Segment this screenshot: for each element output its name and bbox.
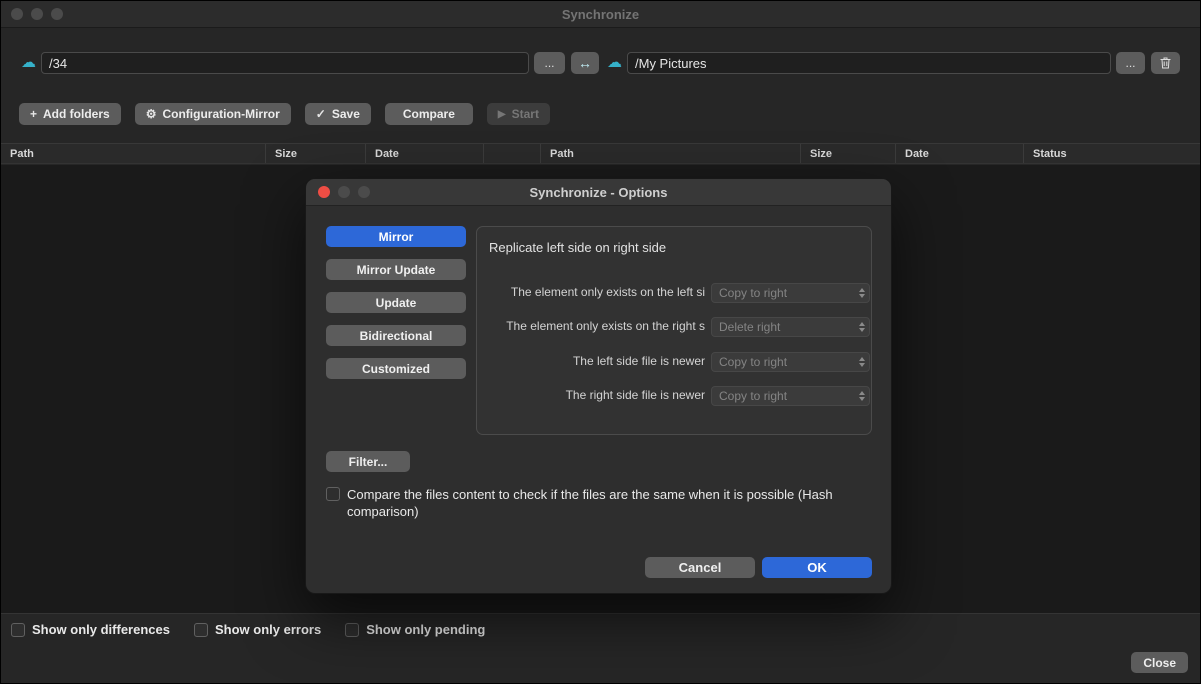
synchronize-window: Synchronize ☁ ... ↔ ☁ ... + Add folders … <box>0 0 1201 684</box>
mode-mirror-update-button[interactable]: Mirror Update <box>326 259 466 280</box>
ok-button[interactable]: OK <box>762 557 872 578</box>
hash-comparison-checkbox[interactable] <box>326 487 340 501</box>
options-dialog: Synchronize - Options Mirror Mirror Upda… <box>306 179 891 593</box>
rule-action-left-only-value: Copy to right <box>712 286 854 300</box>
delete-path-button[interactable] <box>1151 52 1180 74</box>
rule-label-right-only: The element only exists on the right s <box>483 319 705 333</box>
rule-action-right-only-select[interactable]: Delete right <box>711 317 870 337</box>
dialog-titlebar: Synchronize - Options <box>306 179 891 206</box>
rule-row-right-only: The element only exists on the right s D… <box>477 317 871 337</box>
start-button[interactable]: ▶ Start <box>487 103 550 125</box>
column-header-path-left[interactable]: Path <box>1 144 266 163</box>
configuration-label: Configuration-Mirror <box>162 107 279 121</box>
rule-row-left-newer: The left side file is newer Copy to righ… <box>477 352 871 372</box>
rule-action-left-only-select[interactable]: Copy to right <box>711 283 870 303</box>
filter-button[interactable]: Filter... <box>326 451 410 472</box>
mode-bidirectional-button[interactable]: Bidirectional <box>326 325 466 346</box>
dialog-title: Synchronize - Options <box>306 179 891 206</box>
stepper-arrows-icon <box>854 284 869 302</box>
compare-label: Compare <box>403 107 455 121</box>
filter-checkboxes: Show only differences Show only errors S… <box>11 622 485 637</box>
configuration-button[interactable]: ⚙ Configuration-Mirror <box>135 103 291 125</box>
show-only-differences-checkbox[interactable] <box>11 623 25 637</box>
rules-panel: Replicate left side on right side The el… <box>476 226 872 435</box>
show-only-differences-label: Show only differences <box>32 622 170 637</box>
column-header-path-right[interactable]: Path <box>541 144 801 163</box>
left-cloud-icon: ☁ <box>21 53 36 71</box>
toolbar: + Add folders ⚙ Configuration-Mirror ✓ S… <box>19 103 550 125</box>
plus-icon: + <box>30 107 37 121</box>
column-header-date-left[interactable]: Date <box>366 144 484 163</box>
rule-label-left-newer: The left side file is newer <box>483 354 705 368</box>
main-titlebar: Synchronize <box>1 1 1200 28</box>
rule-action-right-only-value: Delete right <box>712 320 854 334</box>
start-label: Start <box>512 107 539 121</box>
show-only-pending-checkbox[interactable] <box>345 623 359 637</box>
add-folders-button[interactable]: + Add folders <box>19 103 121 125</box>
show-only-pending-label: Show only pending <box>366 622 485 637</box>
save-label: Save <box>332 107 360 121</box>
path-row: ☁ ... ↔ ☁ ... <box>1 50 1200 76</box>
show-only-errors-checkbox[interactable] <box>194 623 208 637</box>
save-button[interactable]: ✓ Save <box>305 103 371 125</box>
rule-action-left-newer-value: Copy to right <box>712 355 854 369</box>
table-header: Path Size Date Path Size Date Status <box>1 143 1200 164</box>
mode-description: Replicate left side on right side <box>489 240 666 255</box>
show-only-errors-label: Show only errors <box>215 622 321 637</box>
column-header-status[interactable]: Status <box>1024 144 1200 163</box>
footer-bar: Show only differences Show only errors S… <box>1 613 1200 683</box>
window-title: Synchronize <box>1 1 1200 28</box>
column-header-date-right[interactable]: Date <box>896 144 1024 163</box>
gear-icon: ⚙ <box>146 107 157 121</box>
stepper-arrows-icon <box>854 353 869 371</box>
mode-mirror-button[interactable]: Mirror <box>326 226 466 247</box>
show-only-errors-option[interactable]: Show only errors <box>194 622 321 637</box>
stepper-arrows-icon <box>854 387 869 405</box>
column-header-spacer <box>484 144 541 163</box>
left-browse-button[interactable]: ... <box>534 52 565 74</box>
rule-label-right-newer: The right side file is newer <box>483 388 705 402</box>
compare-button[interactable]: Compare <box>385 103 473 125</box>
stepper-arrows-icon <box>854 318 869 336</box>
hash-comparison-option[interactable]: Compare the files content to check if th… <box>326 487 866 521</box>
rule-action-right-newer-select[interactable]: Copy to right <box>711 386 870 406</box>
rule-row-right-newer: The right side file is newer Copy to rig… <box>477 386 871 406</box>
right-browse-button[interactable]: ... <box>1116 52 1145 74</box>
play-icon: ▶ <box>498 109 506 120</box>
mode-customized-button[interactable]: Customized <box>326 358 466 379</box>
column-header-size-right[interactable]: Size <box>801 144 896 163</box>
column-header-size-left[interactable]: Size <box>266 144 366 163</box>
swap-paths-button[interactable]: ↔ <box>571 52 599 74</box>
rule-row-left-only: The element only exists on the left si C… <box>477 283 871 303</box>
show-only-pending-option[interactable]: Show only pending <box>345 622 485 637</box>
rule-action-right-newer-value: Copy to right <box>712 389 854 403</box>
right-cloud-icon: ☁ <box>607 53 622 71</box>
rule-label-left-only: The element only exists on the left si <box>483 285 705 299</box>
mode-update-button[interactable]: Update <box>326 292 466 313</box>
check-icon: ✓ <box>316 107 326 121</box>
swap-arrows-icon: ↔ <box>578 55 592 71</box>
close-button[interactable]: Close <box>1131 652 1188 673</box>
show-only-differences-option[interactable]: Show only differences <box>11 622 170 637</box>
right-path-input[interactable] <box>627 52 1111 74</box>
trash-icon <box>1159 56 1172 70</box>
left-path-input[interactable] <box>41 52 529 74</box>
hash-comparison-label: Compare the files content to check if th… <box>347 487 866 521</box>
add-folders-label: Add folders <box>43 107 110 121</box>
cancel-button[interactable]: Cancel <box>645 557 755 578</box>
rule-action-left-newer-select[interactable]: Copy to right <box>711 352 870 372</box>
